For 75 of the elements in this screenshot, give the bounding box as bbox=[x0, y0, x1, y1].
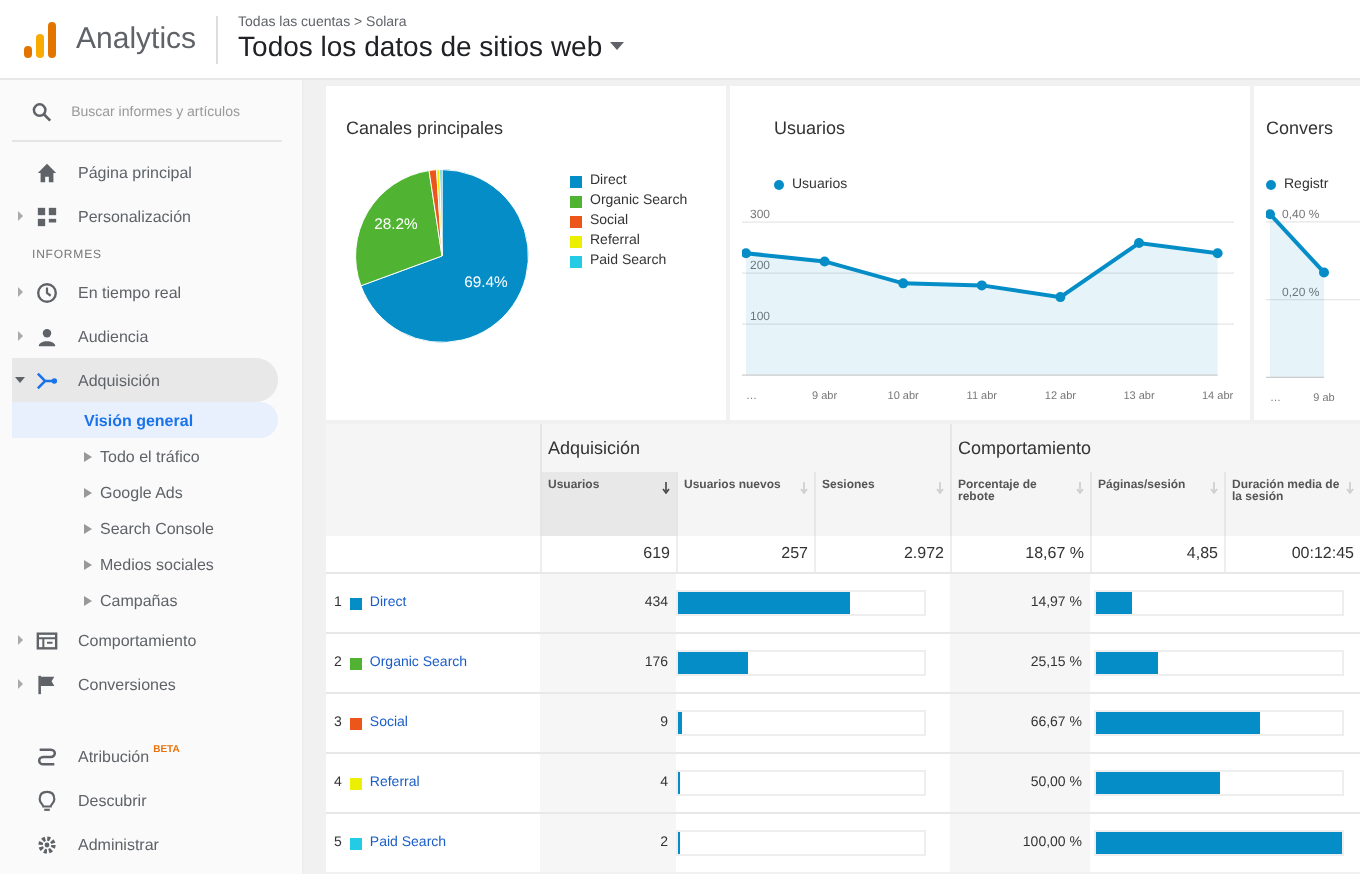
legend-swatch bbox=[570, 255, 582, 267]
bar-chart-logo-icon bbox=[24, 21, 56, 57]
nav-icon bbox=[36, 833, 58, 855]
card-title: Usuarios bbox=[774, 118, 846, 138]
data-point bbox=[1134, 238, 1144, 249]
legend-swatch bbox=[570, 175, 582, 187]
caret-down-icon bbox=[610, 42, 625, 50]
nav-subitem[interactable]: Medios sociales bbox=[12, 546, 278, 582]
nav-icon bbox=[36, 205, 58, 227]
group-header: Comportamiento bbox=[950, 424, 1360, 472]
sort-arrow-icon bbox=[1210, 482, 1218, 494]
nav-subitem[interactable]: Todo el tráfico bbox=[12, 438, 278, 474]
card-title: Convers bbox=[1266, 118, 1334, 138]
nav-subitem[interactable]: Google Ads bbox=[12, 474, 278, 510]
caret-right-icon[interactable] bbox=[12, 632, 28, 648]
caret-right-icon[interactable] bbox=[12, 328, 28, 344]
caret-right-icon bbox=[84, 451, 92, 461]
caret-right-icon bbox=[84, 523, 92, 533]
nav-icon bbox=[36, 161, 58, 183]
nav-subitem[interactable]: Campañas bbox=[12, 582, 278, 618]
nav-item[interactable]: Comportamiento bbox=[12, 618, 278, 662]
slice-label: 28.2% bbox=[374, 214, 418, 233]
nav-icon bbox=[36, 369, 58, 391]
nav-item[interactable]: Conversiones bbox=[12, 662, 278, 706]
legend-dot bbox=[1266, 180, 1276, 190]
sort-arrow-icon bbox=[800, 482, 808, 494]
total-cell: 2.972 bbox=[814, 536, 950, 572]
sort-arrow-icon bbox=[662, 482, 670, 494]
nav-icon bbox=[36, 745, 58, 767]
sort-arrow-icon bbox=[1346, 482, 1354, 494]
caret-down-icon[interactable] bbox=[12, 372, 28, 388]
caret-right-icon bbox=[84, 559, 92, 569]
nav-item[interactable]: Descubrir bbox=[12, 778, 278, 822]
card-title: Canales principales bbox=[346, 118, 504, 138]
nav-icon bbox=[36, 789, 58, 811]
nav-item[interactable]: Adquisición bbox=[12, 358, 278, 402]
caret-right-icon bbox=[84, 487, 92, 497]
nav-item[interactable]: Página principal bbox=[12, 150, 278, 194]
view-selector[interactable]: Todos los datos de sitios web bbox=[238, 30, 625, 62]
nav-icon bbox=[36, 673, 58, 695]
search-icon bbox=[32, 102, 52, 122]
legend-dot bbox=[774, 180, 784, 190]
slice-label: 69.4% bbox=[464, 272, 508, 291]
total-cell: 4,85 bbox=[1090, 536, 1224, 572]
data-point bbox=[1319, 267, 1329, 278]
total-cell: 00:12:45 bbox=[1224, 536, 1360, 572]
nav-subitem[interactable]: Search Console bbox=[12, 510, 278, 546]
nav-subitem[interactable]: Visión general bbox=[12, 402, 278, 438]
nav-icon bbox=[36, 281, 58, 303]
data-point bbox=[1266, 209, 1275, 220]
data-point bbox=[1212, 248, 1223, 259]
sort-arrow-icon bbox=[1076, 482, 1084, 494]
caret-right-icon[interactable] bbox=[12, 284, 28, 300]
app-name: Analytics bbox=[76, 15, 219, 63]
caret-right-icon[interactable] bbox=[12, 676, 28, 692]
nav-icon bbox=[36, 325, 58, 347]
data-point bbox=[976, 280, 987, 291]
data-point bbox=[819, 256, 830, 267]
group-header: Adquisición bbox=[540, 424, 950, 472]
total-cell: 257 bbox=[676, 536, 814, 572]
legend-swatch bbox=[570, 235, 582, 247]
data-point bbox=[742, 248, 751, 259]
series-line bbox=[1268, 212, 1326, 274]
caret-right-icon bbox=[84, 595, 92, 605]
nav-item[interactable]: En tiempo real bbox=[12, 270, 278, 314]
nav-item[interactable]: Audiencia bbox=[12, 314, 278, 358]
caret-right-icon[interactable] bbox=[12, 208, 28, 224]
legend-swatch bbox=[570, 195, 582, 207]
data-point bbox=[898, 278, 909, 289]
data-point bbox=[1055, 292, 1066, 303]
nav-icon bbox=[36, 629, 58, 651]
nav-item[interactable]: Administrar bbox=[12, 822, 278, 866]
nav-item[interactable]: Personalización bbox=[12, 194, 278, 238]
legend-swatch bbox=[570, 215, 582, 227]
sort-arrow-icon bbox=[936, 482, 944, 494]
